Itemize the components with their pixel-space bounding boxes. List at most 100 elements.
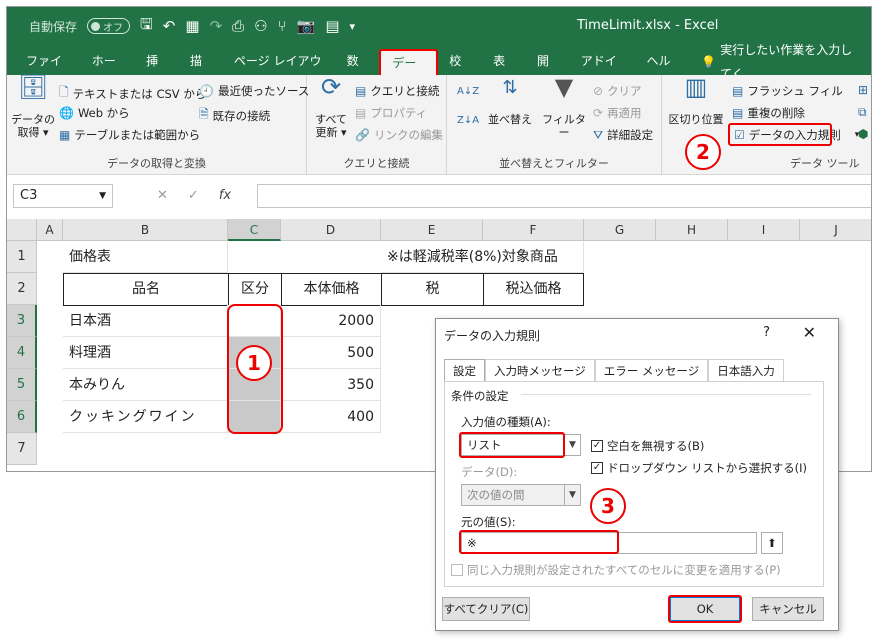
tell-me-search[interactable]: 💡 実行したい作業を入力してく [690,43,871,81]
cell-e1[interactable]: ※は軽減税率(8%)対象商品 [381,241,584,273]
ok-button-highlight [668,595,742,623]
clear-all-button[interactable]: すべてクリア(C) [442,597,530,621]
redo-icon[interactable]: ↷ [210,17,223,35]
column-header-i[interactable]: I [728,219,800,241]
table-icon[interactable]: ▦ [185,17,199,35]
tab-home[interactable]: ホーム [81,49,135,92]
column-header-c[interactable]: C [228,219,281,241]
column-header-j[interactable]: J [800,219,871,241]
tab-settings[interactable]: 設定 [444,359,485,382]
step-marker-3: 3 [590,488,626,524]
tab-view[interactable]: 表示 [482,49,526,92]
from-web-button[interactable]: 🌐 Web から [59,105,130,121]
cell-b1[interactable]: 価格表 [63,241,228,273]
cell-b2[interactable]: 品名 [63,273,229,306]
manage-model-icon[interactable]: ⬢ [858,127,868,141]
help-icon[interactable]: ? [763,325,770,340]
from-csv-button[interactable]: 🗋 テキストまたは CSV から [59,83,206,104]
row-header-4[interactable]: 4 [7,337,37,369]
print-preview-icon[interactable]: ⎙ [232,17,244,35]
column-header-b[interactable]: B [63,219,228,241]
row-header-7[interactable]: 7 [7,433,37,465]
get-data-button[interactable]: 🗄 データの 取得 ▾ [11,75,55,139]
flash-fill-button[interactable]: ▤ フラッシュ フィル [732,83,843,99]
cell-c2[interactable]: 区分 [228,273,282,306]
row-header-5[interactable]: 5 [7,369,37,401]
data-select[interactable]: 次の値の間 ▼ [461,484,581,506]
close-icon[interactable]: ✕ [803,323,816,342]
relationships-icon[interactable]: ⧉ [858,105,867,120]
row-header-6[interactable]: 6 [7,401,37,433]
column-header-d[interactable]: D [281,219,381,241]
existing-connections-button[interactable]: 🗎 既存の接続 [199,105,270,126]
tab-draw[interactable]: 描画 [179,49,223,92]
insert-function-icon[interactable]: fx [219,188,231,203]
cell-b3[interactable]: 日本酒 [63,305,228,337]
cell-f2[interactable]: 税込価格 [483,273,584,306]
cell-d5[interactable]: 350 [281,369,381,401]
cell-d2[interactable]: 本体価格 [281,273,382,306]
customize-qat-icon[interactable]: ▾ [350,20,356,33]
cancel-formula-icon[interactable]: ✕ [157,188,168,203]
row-header-2[interactable]: 2 [7,273,37,305]
cell-b4[interactable]: 料理酒 [63,337,228,369]
column-header-a[interactable]: A [37,219,63,241]
cancel-button[interactable]: キャンセル [752,597,824,621]
cell-d3[interactable]: 2000 [281,305,381,337]
advanced-filter-button[interactable]: ⛛ 詳細設定 [593,127,653,143]
tab-page-layout[interactable]: ページ レイアウト [223,49,336,92]
sort-za-button[interactable]: Z↓A [457,115,479,126]
clear-button[interactable]: ⊘ クリア [593,83,642,99]
sort-az-button[interactable]: A↓Z [457,87,479,97]
chart-icon[interactable]: ▤ [325,17,339,35]
name-box[interactable]: C3 ▼ [13,184,113,208]
apply-all-checkbox[interactable]: 同じ入力規則が設定されたすべてのセルに変更を適用する(P) [451,562,781,578]
cell-d4[interactable]: 500 [281,337,381,369]
collapse-dialog-button[interactable]: ⬆ [761,532,783,554]
tab-insert[interactable]: 挿入 [135,49,179,92]
reapply-button[interactable]: ⟳ 再適用 [593,105,642,121]
tab-file[interactable]: ファイル [15,49,81,92]
tab-developer[interactable]: 開発 [526,49,570,92]
formula-input[interactable] [257,184,871,208]
filter-button[interactable]: ▼ フィルター [539,75,589,139]
tab-error-alert[interactable]: エラー メッセージ [594,359,709,382]
ignore-blank-checkbox[interactable]: ✓ 空白を無視する(B) [591,438,704,454]
row-header-1[interactable]: 1 [7,241,37,273]
save-icon[interactable]: 🖫 [140,14,153,39]
in-cell-dropdown-checkbox[interactable]: ✓ ドロップダウン リストから選択する(I) [591,460,807,476]
tab-input-message[interactable]: 入力時メッセージ [485,359,595,382]
macro-icon[interactable]: ⑂ [278,17,287,35]
recent-sources-button[interactable]: 🕘 最近使ったソース [199,83,309,99]
tab-help[interactable]: ヘルプ [636,49,691,92]
refresh-all-button[interactable]: ⟳ すべて 更新 ▾ [313,75,349,139]
from-table-button[interactable]: ▦ テーブルまたは範囲から [59,127,200,143]
enter-formula-icon[interactable]: ✓ [188,188,199,203]
consolidate-icon[interactable]: ⊞ [858,83,868,97]
row-header-3[interactable]: 3 [7,305,37,337]
tab-review[interactable]: 校閲 [438,49,482,92]
share-icon[interactable]: ⚇ [254,17,267,35]
tab-ime-mode[interactable]: 日本語入力 [708,359,784,382]
camera-icon[interactable]: 📷 [297,17,316,35]
column-header-e[interactable]: E [381,219,483,241]
tab-data[interactable]: データ [379,49,439,94]
tab-formulas[interactable]: 数式 [336,49,380,92]
cell-d6[interactable]: 400 [281,401,381,433]
remove-duplicates-button[interactable]: ▤ 重複の削除 [732,105,805,121]
cell-b6[interactable]: クッキングワイン [63,401,228,433]
properties-button[interactable]: ▤ プロパティ [355,105,427,121]
text-to-columns-button[interactable]: ▥ 区切り位置 [666,75,726,126]
select-all-corner[interactable] [7,219,37,241]
sort-button[interactable]: ⇅ 並べ替え [485,79,535,127]
cell-b5[interactable]: 本みりん [63,369,228,401]
column-header-f[interactable]: F [483,219,584,241]
autosave-toggle[interactable]: オフ [87,18,131,34]
tab-addins[interactable]: アドイン [570,49,636,92]
undo-icon[interactable]: ↶ [163,17,176,35]
column-header-g[interactable]: G [584,219,656,241]
cell-e2[interactable]: 税 [381,273,484,306]
column-header-h[interactable]: H [656,219,728,241]
edit-links-button[interactable]: 🔗 リンクの編集 [355,127,443,143]
queries-connections-button[interactable]: ▤ クエリと接続 [355,83,439,99]
